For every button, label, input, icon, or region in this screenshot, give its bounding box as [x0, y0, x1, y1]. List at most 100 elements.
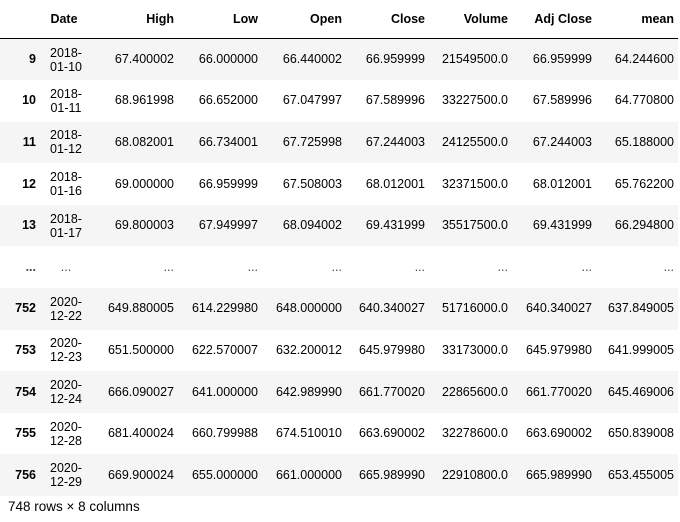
table-row: 754 2020- 12-24 666.090027 641.000000 642.989… — [0, 371, 678, 413]
cell-date: 2020- 12-29 — [40, 454, 92, 496]
date-part: 2018- — [50, 211, 82, 226]
date-part: 2020- — [50, 336, 82, 351]
cell-high: 68.082001 — [114, 134, 174, 149]
cell-mean: 645.469006 — [607, 384, 674, 399]
cell-open: 66.440002 — [282, 52, 342, 67]
table-body: 9 2018- 01-10 67.400002 66.000000 66.440002 66… — [0, 38, 678, 497]
cell-high: 69.000000 — [114, 176, 174, 191]
cell-open: 661.000000 — [275, 467, 342, 482]
cell-high: 681.400024 — [107, 426, 174, 441]
cell-high: ... — [163, 259, 174, 274]
date-part: 01-11 — [50, 100, 82, 115]
cell-mean: 64.770800 — [614, 93, 674, 108]
cell-mean: 653.455005 — [607, 467, 674, 482]
cell-open: 674.510010 — [275, 426, 342, 441]
cell-low: 655.000000 — [191, 467, 258, 482]
cell-date: 2018- 01-10 — [40, 39, 92, 81]
cell-close: 67.589996 — [365, 93, 425, 108]
date-part: 2020- — [50, 294, 82, 309]
cell-volume: 22865600.0 — [441, 384, 508, 399]
table-row: 755 2020- 12-28 681.400024 660.799988 674.510… — [0, 412, 678, 455]
date-part: 2020- — [50, 461, 82, 476]
cell-low: 641.000000 — [191, 384, 258, 399]
cell-high: 67.400002 — [114, 52, 174, 67]
cell-volume: 33227500.0 — [441, 93, 508, 108]
cell-open: 648.000000 — [275, 301, 342, 316]
ellipsis-row: ........................... — [0, 246, 678, 289]
cell-low: 660.799988 — [191, 426, 258, 441]
cell-adj-close: ... — [581, 259, 592, 274]
cell-mean: 65.188000 — [614, 134, 674, 149]
table-shape-summary: 748 rows × 8 columns — [8, 499, 140, 514]
date-part: 12-23 — [50, 350, 82, 365]
date-part: 01-16 — [50, 184, 82, 199]
cell-open: 632.200012 — [275, 342, 342, 357]
date-part: 12-24 — [50, 392, 82, 407]
table-row: 10 2018- 01-11 68.961998 66.652000 67.047997 6… — [0, 80, 678, 122]
cell-close: 661.770020 — [358, 384, 425, 399]
cell-mean: 637.849005 — [607, 301, 674, 316]
cell-adj-close: 68.012001 — [532, 176, 592, 191]
cell-high: 669.900024 — [107, 467, 174, 482]
row-index: 11 — [22, 134, 36, 149]
cell-high: 666.090027 — [107, 384, 174, 399]
cell-low: ... — [247, 259, 258, 274]
row-index: 753 — [15, 342, 36, 357]
date-part: 12-29 — [50, 475, 82, 490]
date-part: 01-10 — [50, 59, 82, 74]
row-index: 10 — [22, 93, 36, 108]
cell-date: 2018- 01-16 — [40, 163, 92, 205]
row-index: 12 — [22, 176, 36, 191]
cell-date: ... — [40, 246, 92, 288]
dataframe-output: Date High Low Open Close Volume Adj Clos… — [0, 0, 680, 522]
date-part: 2018- — [50, 170, 82, 185]
cell-high: 651.500000 — [107, 342, 174, 357]
cell-volume: ... — [497, 259, 508, 274]
cell-volume: 24125500.0 — [441, 134, 508, 149]
cell-open: 67.047997 — [282, 93, 342, 108]
date-part: 2020- — [50, 419, 82, 434]
cell-date: 2020- 12-28 — [40, 413, 92, 455]
cell-volume: 21549500.0 — [441, 52, 508, 67]
table-row: 11 2018- 01-12 68.082001 66.734001 67.725998 6… — [0, 121, 678, 164]
cell-close: 645.979980 — [358, 342, 425, 357]
cell-adj-close: 69.431999 — [532, 218, 592, 233]
cell-low: 622.570007 — [191, 342, 258, 357]
row-index: 752 — [15, 301, 36, 316]
cell-date: 2020- 12-23 — [40, 330, 92, 372]
cell-high: 69.800003 — [114, 218, 174, 233]
header-row: Date High Low Open Close Volume Adj Clos… — [0, 0, 678, 39]
date-part: 2018- — [50, 128, 82, 143]
cell-low: 614.229980 — [191, 301, 258, 316]
cell-adj-close: 663.690002 — [525, 426, 592, 441]
cell-close: 68.012001 — [365, 176, 425, 191]
column-header-mean: mean — [596, 0, 678, 39]
date-part: 12-22 — [50, 308, 82, 323]
table-row: 13 2018- 01-17 69.800003 67.949997 68.094002 6… — [0, 204, 678, 247]
cell-open: 67.725998 — [282, 134, 342, 149]
column-header-adj-close: Adj Close — [512, 0, 596, 39]
table-row: 12 2018- 01-16 69.000000 66.959999 67.508003 6… — [0, 163, 678, 205]
date-part: 01-12 — [50, 142, 82, 157]
cell-date: 2018- 01-11 — [40, 80, 92, 122]
cell-low: 67.949997 — [198, 218, 258, 233]
date-part: 2020- — [50, 378, 82, 393]
cell-adj-close: 645.979980 — [525, 342, 592, 357]
cell-close: 640.340027 — [358, 301, 425, 316]
cell-adj-close: 661.770020 — [525, 384, 592, 399]
cell-mean: 66.294800 — [614, 218, 674, 233]
cell-high: 649.880005 — [107, 301, 174, 316]
cell-adj-close: 665.989990 — [525, 467, 592, 482]
column-header-close: Close — [346, 0, 429, 39]
column-header-date: Date — [40, 0, 92, 39]
table-row: 753 2020- 12-23 651.500000 622.570007 632.200… — [0, 329, 678, 372]
cell-open: ... — [331, 259, 342, 274]
cell-open: 68.094002 — [282, 218, 342, 233]
cell-close: 663.690002 — [358, 426, 425, 441]
cell-low: 66.652000 — [198, 93, 258, 108]
date-part: 2018- — [50, 86, 82, 101]
cell-volume: 35517500.0 — [441, 218, 508, 233]
cell-date: 2020- 12-24 — [40, 371, 92, 413]
cell-close: 665.989990 — [358, 467, 425, 482]
table-row: 756 2020- 12-29 669.900024 655.000000 661.000… — [0, 454, 678, 497]
